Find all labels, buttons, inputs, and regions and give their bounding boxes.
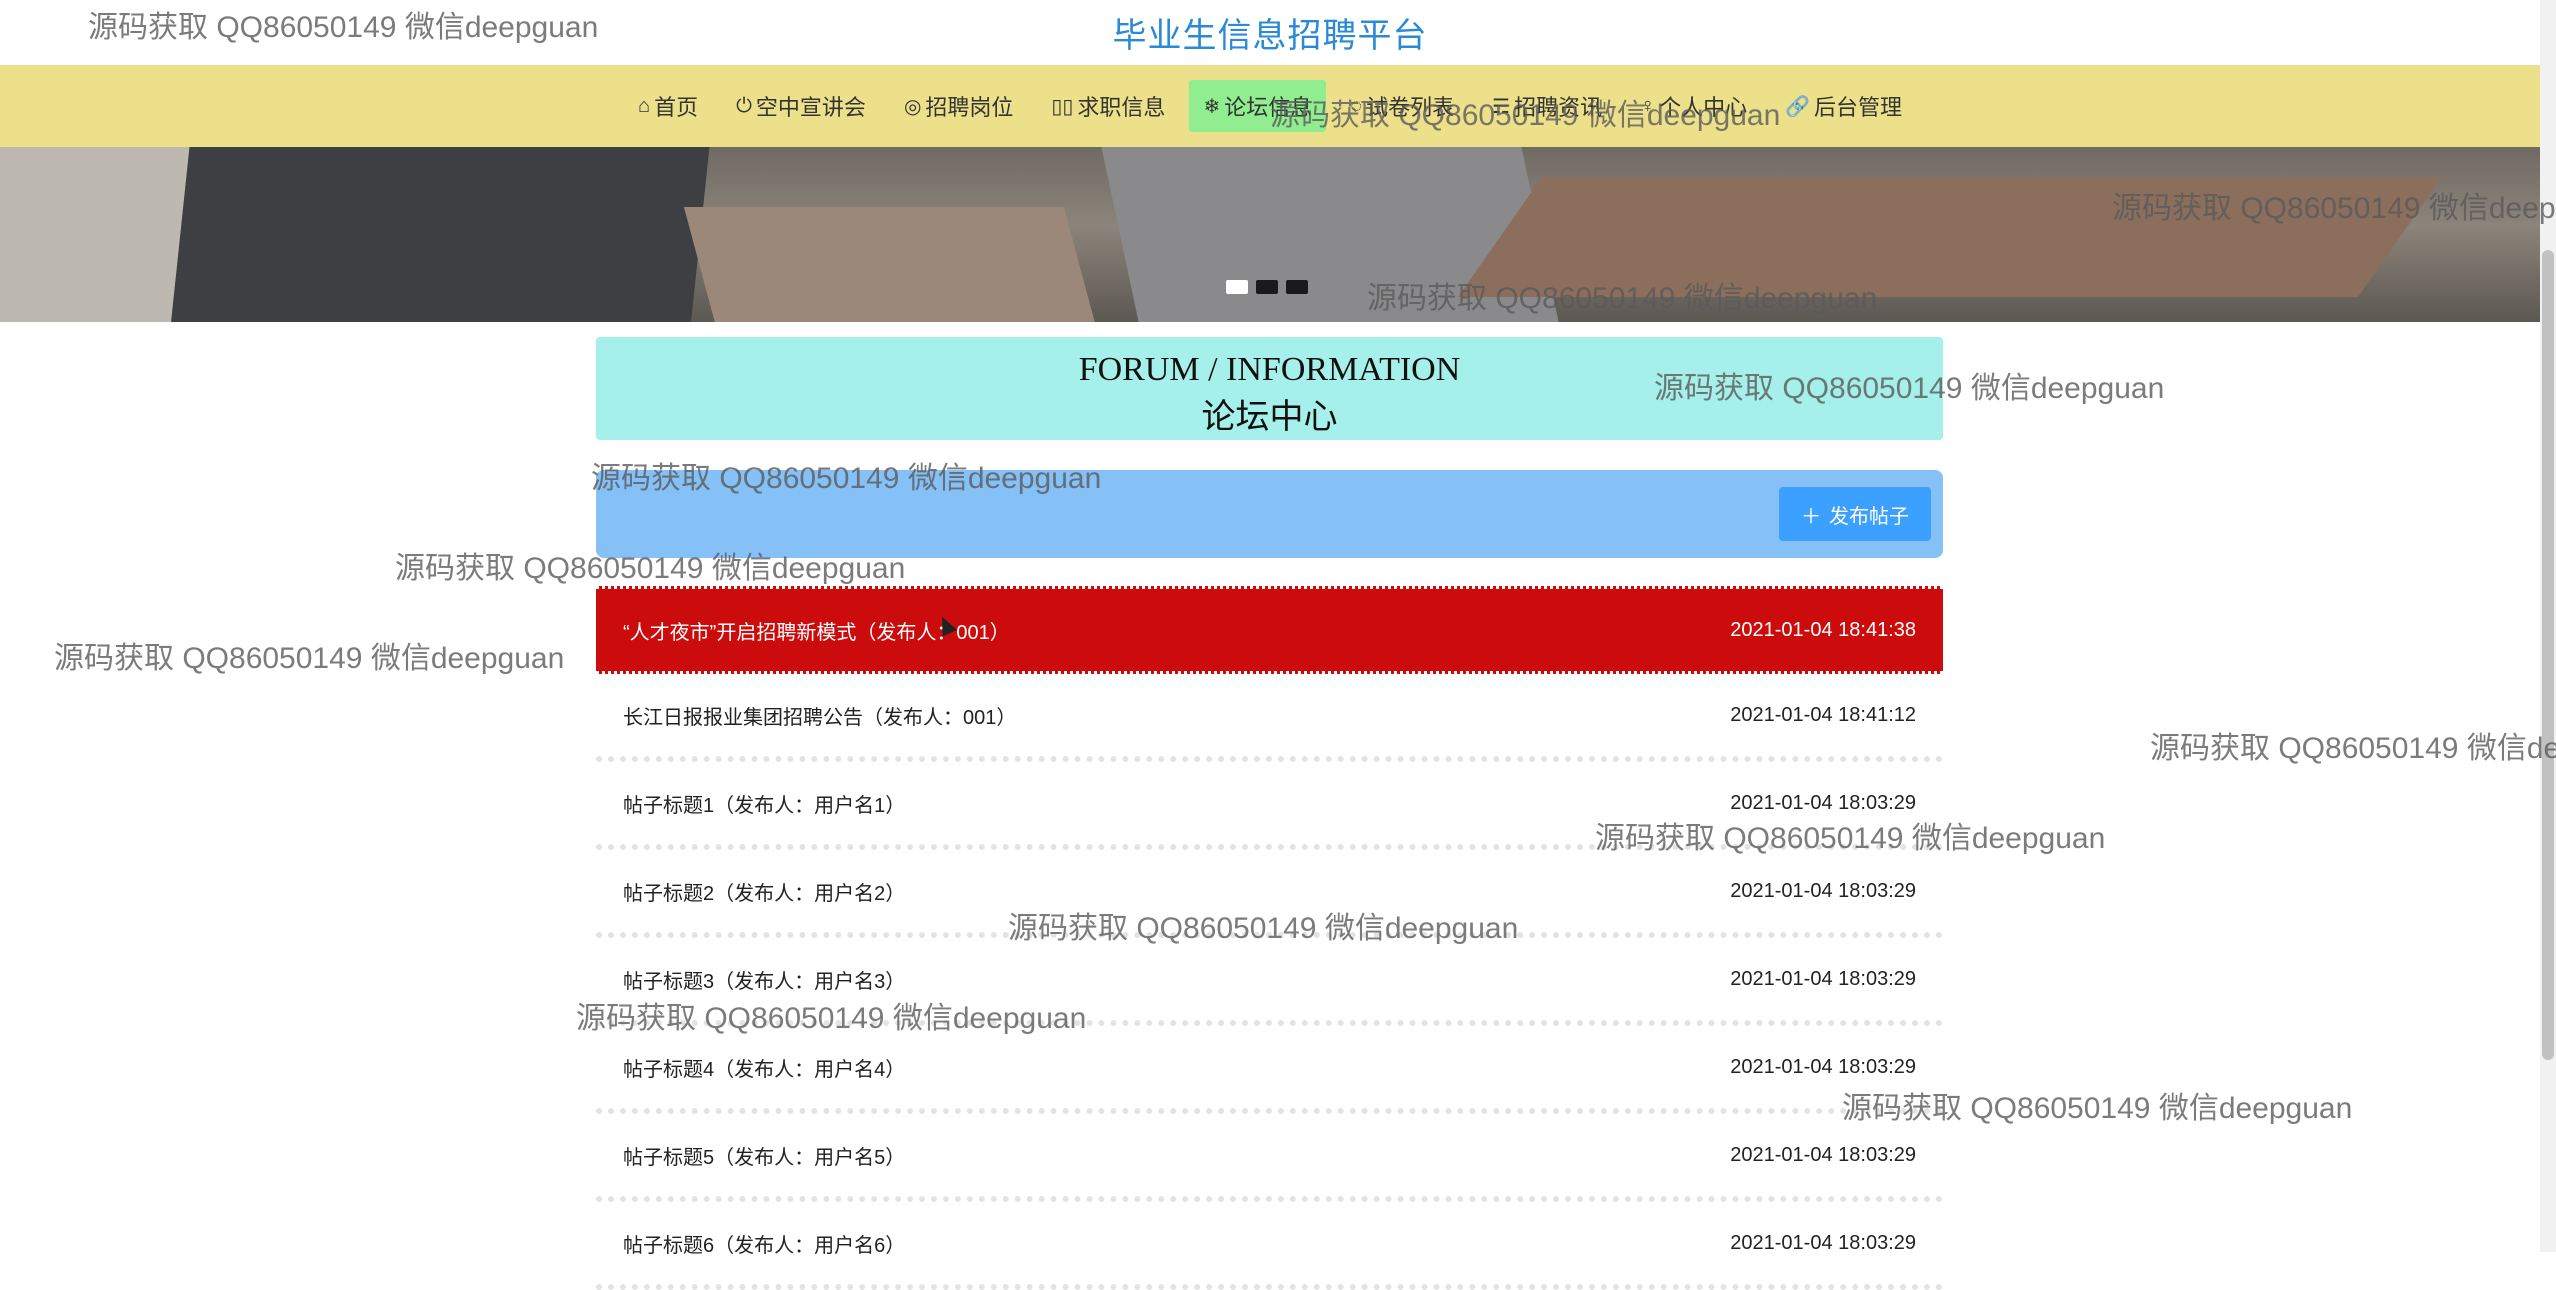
nav-forum-label: 论坛信息 — [1224, 95, 1313, 120]
nav-recruit-news-label: 招聘资讯 — [1514, 95, 1603, 120]
carousel-dot-3[interactable] — [1286, 280, 1308, 294]
nav-admin[interactable]: 🔗 后台管理 — [1771, 80, 1916, 132]
navbar: ⌂ 首页 ⏻ 空中宣讲会 ◎ 招聘岗位 ▯▯ 求职信息 ❄ 论坛信息 ◌ 试卷列表 ☴ 招聘资… — [0, 65, 2540, 147]
forum-header: FORUM / INFORMATION 论坛中心 — [596, 337, 1943, 440]
home-icon: ⌂ — [637, 94, 651, 117]
banner-carousel — [0, 147, 2540, 322]
list-icon: ☴ — [1492, 95, 1511, 118]
carousel-indicators — [1226, 280, 1308, 294]
banner-shape — [0, 147, 200, 322]
forum-title-en: FORUM / INFORMATION — [1078, 351, 1461, 388]
carousel-dot-1[interactable] — [1226, 280, 1248, 294]
post-title: 帖子标题4（发布人：用户名4） — [623, 1058, 906, 1081]
post-row[interactable]: 帖子标题6（发布人：用户名6） 2021-01-04 18:03:29 — [596, 1202, 1943, 1290]
post-title: 帖子标题2（发布人：用户名2） — [623, 882, 906, 905]
post-time: 2021-01-04 18:03:29 — [1730, 967, 1916, 990]
post-time: 2021-01-04 18:03:29 — [1730, 1143, 1916, 1166]
nav-admin-label: 后台管理 — [1814, 95, 1903, 120]
paper-icon: ◌ — [1350, 94, 1363, 117]
book-icon: ▯▯ — [1051, 95, 1074, 118]
site-title: 毕业生信息招聘平台 — [1112, 17, 1428, 55]
post-title: 长江日报报业集团招聘公告（发布人：001） — [623, 706, 1017, 729]
nav-jobs-label: 招聘岗位 — [925, 95, 1014, 120]
post-list: “人才夜市”开启招聘新模式（发布人：001） 2021-01-04 18:41:3… — [596, 586, 1943, 1290]
nav-air-talk-label: 空中宣讲会 — [755, 95, 866, 120]
post-row[interactable]: 帖子标题1（发布人：用户名1） 2021-01-04 18:03:29 — [596, 762, 1943, 850]
nav-job-seeking-label: 求职信息 — [1077, 95, 1166, 120]
action-bar: ＋ 发布帖子 — [596, 470, 1943, 558]
banner-shape — [1457, 177, 2443, 297]
nav-home-label: 首页 — [654, 95, 699, 120]
publish-post-label: 发布帖子 — [1829, 505, 1909, 528]
post-time: 2021-01-04 18:03:29 — [1730, 1231, 1916, 1254]
carousel-dot-2[interactable] — [1256, 280, 1278, 294]
nav-personal-center-label: 个人中心 — [1659, 95, 1748, 120]
post-title: 帖子标题1（发布人：用户名1） — [623, 794, 906, 817]
post-title: 帖子标题5（发布人：用户名5） — [623, 1146, 906, 1169]
post-title: 帖子标题6（发布人：用户名6） — [623, 1234, 906, 1257]
scrollbar-thumb[interactable] — [2542, 250, 2554, 1060]
nav-job-seeking[interactable]: ▯▯ 求职信息 — [1037, 80, 1179, 132]
post-row[interactable]: 帖子标题3（发布人：用户名3） 2021-01-04 18:03:29 — [596, 938, 1943, 1026]
plus-icon: ＋ — [1801, 505, 1821, 528]
banner-shape — [683, 207, 1097, 322]
post-row[interactable]: 长江日报报业集团招聘公告（发布人：001） 2021-01-04 18:41:12 — [596, 674, 1943, 762]
publish-post-button[interactable]: ＋ 发布帖子 — [1779, 487, 1931, 541]
nav-exam-list-label: 试卷列表 — [1366, 95, 1455, 120]
nav-air-talk[interactable]: ⏻ 空中宣讲会 — [722, 80, 880, 132]
link-icon: 🔗 — [1785, 95, 1810, 118]
post-title: 帖子标题3（发布人：用户名3） — [623, 970, 906, 993]
target-icon: ◎ — [903, 95, 922, 118]
nav-exam-list[interactable]: ◌ 试卷列表 — [1336, 80, 1468, 132]
post-time: 2021-01-04 18:03:29 — [1730, 879, 1916, 902]
post-row[interactable]: 帖子标题2（发布人：用户名2） 2021-01-04 18:03:29 — [596, 850, 1943, 938]
snowflake-icon: ❄ — [1203, 95, 1221, 118]
nav-jobs[interactable]: ◎ 招聘岗位 — [890, 80, 1027, 132]
post-row[interactable]: “人才夜市”开启招聘新模式（发布人：001） 2021-01-04 18:41:3… — [596, 586, 1943, 674]
post-row[interactable]: 帖子标题4（发布人：用户名4） 2021-01-04 18:03:29 — [596, 1026, 1943, 1114]
post-row[interactable]: 帖子标题5（发布人：用户名5） 2021-01-04 18:03:29 — [596, 1114, 1943, 1202]
user-icon: ♀ — [1640, 94, 1656, 117]
watermark: 源码获取 QQ86050149 微信deepguan — [54, 642, 565, 675]
post-time: 2021-01-04 18:03:29 — [1730, 1055, 1916, 1078]
nav-forum[interactable]: ❄ 论坛信息 — [1189, 80, 1327, 132]
forum-title-cn: 论坛中心 — [1201, 399, 1338, 436]
post-time: 2021-01-04 18:41:38 — [1730, 618, 1916, 641]
nav-personal-center[interactable]: ♀ 个人中心 — [1626, 80, 1761, 132]
power-icon: ⏻ — [736, 94, 752, 117]
banner-shape — [169, 147, 711, 322]
scrollbar-track[interactable] — [2540, 0, 2556, 1252]
nav-recruit-news[interactable]: ☴ 招聘资讯 — [1478, 80, 1616, 132]
post-time: 2021-01-04 18:03:29 — [1730, 791, 1916, 814]
watermark: 源码获取 QQ86050149 微信deepguan — [2150, 732, 2556, 765]
nav-home[interactable]: ⌂ 首页 — [624, 80, 712, 132]
post-time: 2021-01-04 18:41:12 — [1730, 703, 1916, 726]
